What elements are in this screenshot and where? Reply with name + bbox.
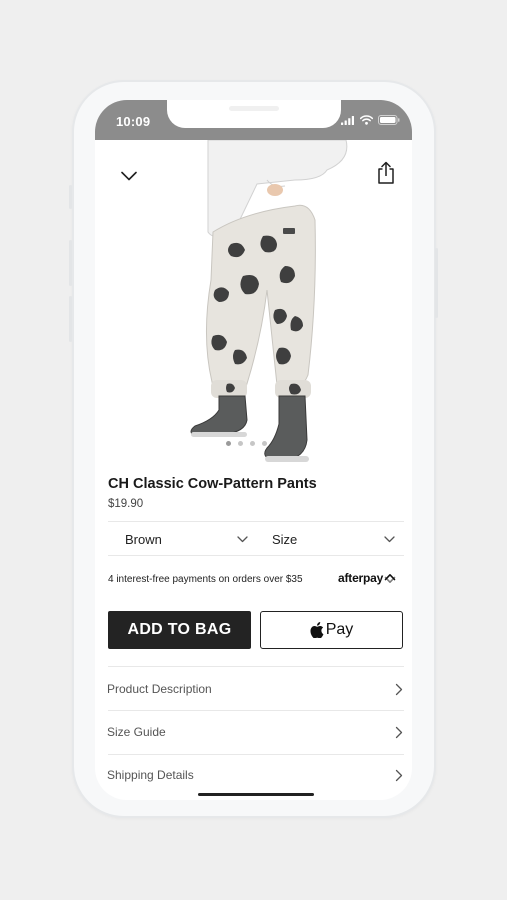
afterpay-brand: afterpay — [338, 571, 384, 585]
chevron-down-icon — [121, 171, 137, 181]
divider — [108, 555, 404, 556]
carousel-dot[interactable] — [250, 441, 255, 446]
product-price: $19.90 — [108, 498, 144, 510]
notch — [167, 100, 341, 128]
speaker — [229, 106, 279, 111]
status-time: 10:09 — [116, 114, 151, 129]
wifi-icon — [360, 115, 373, 125]
carousel-dot[interactable] — [226, 441, 231, 446]
color-select-value: Brown — [125, 531, 162, 547]
apple-logo-icon — [310, 622, 324, 638]
home-indicator[interactable] — [198, 793, 314, 796]
carousel-dots — [226, 441, 267, 446]
size-select-value: Size — [272, 531, 298, 547]
shipping-details-row[interactable]: Shipping Details — [107, 754, 403, 796]
row-label: Shipping Details — [107, 768, 194, 782]
phone-volume-down-button — [69, 296, 72, 342]
product-title: CH Classic Cow-Pattern Pants — [108, 476, 317, 492]
carousel-dot[interactable] — [238, 441, 243, 446]
chevron-right-icon — [395, 726, 403, 738]
chevron-right-icon — [395, 769, 403, 781]
share-icon — [378, 161, 394, 184]
share-button[interactable] — [372, 158, 400, 188]
row-label: Product Description — [107, 682, 212, 696]
size-guide-row[interactable]: Size Guide — [107, 711, 403, 753]
close-button[interactable] — [115, 162, 143, 190]
battery-icon — [378, 115, 400, 125]
afterpay-arrows-icon — [384, 573, 396, 583]
chevron-right-icon — [395, 683, 403, 695]
phone-side-button — [69, 185, 72, 209]
phone-screen: 10:09 CH Classic Cow-Pattern Pants $19.9… — [95, 100, 412, 800]
row-label: Size Guide — [107, 725, 166, 739]
divider — [108, 521, 404, 522]
chevron-down-icon — [384, 535, 395, 542]
status-icons — [341, 115, 400, 125]
apple-pay-button[interactable]: Pay — [260, 611, 403, 649]
phone-power-button — [435, 248, 438, 318]
product-description-row[interactable]: Product Description — [107, 668, 403, 710]
status-bar: 10:09 — [95, 100, 412, 140]
product-image-carousel[interactable] — [95, 139, 412, 468]
color-select[interactable]: Brown — [125, 524, 248, 554]
add-to-bag-button[interactable]: ADD TO BAG — [108, 611, 251, 649]
apple-pay-label: Pay — [325, 621, 354, 638]
afterpay-logo[interactable]: afterpay — [338, 571, 396, 585]
carousel-dot[interactable] — [262, 441, 267, 446]
size-select[interactable]: Size — [272, 524, 395, 554]
phone-volume-up-button — [69, 240, 72, 286]
signal-icon — [341, 115, 354, 125]
divider — [108, 666, 404, 667]
afterpay-message: 4 interest-free payments on orders over … — [108, 574, 303, 585]
chevron-down-icon — [237, 535, 248, 542]
